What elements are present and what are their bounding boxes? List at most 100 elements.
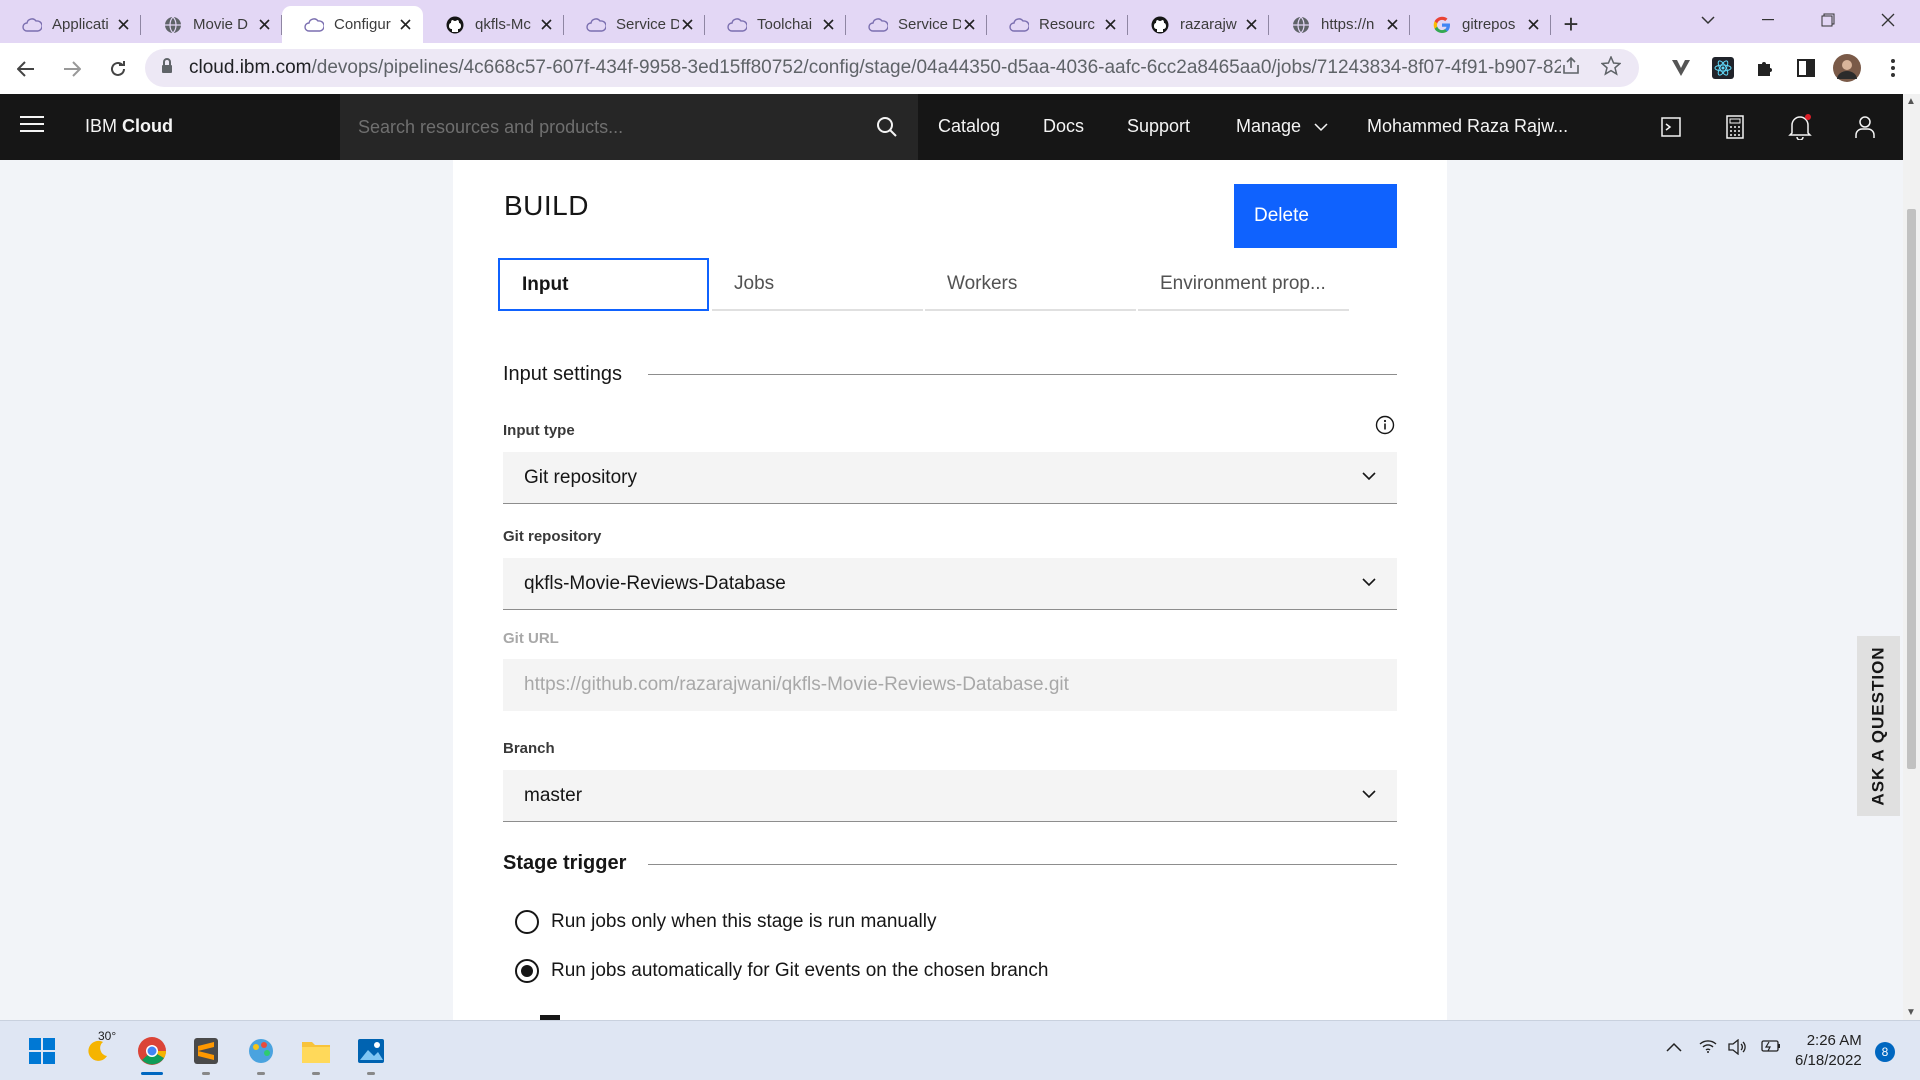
browser-tab[interactable]: Configur [282,6,423,43]
tab-workers[interactable]: Workers [925,258,1136,311]
weather-widget[interactable]: 30° [78,1029,118,1071]
google-icon [1432,15,1452,35]
input-type-label: Input type [503,422,575,439]
github-icon [445,15,465,35]
tab-title: Service D [898,16,961,33]
wifi-icon[interactable] [1699,1039,1717,1058]
browser-tab[interactable]: Toolchai [705,6,846,43]
chrome-taskbar-icon[interactable] [132,1031,172,1075]
react-devtools-icon[interactable] [1708,53,1738,83]
nav-catalog[interactable]: Catalog [938,116,1000,137]
close-tab-icon[interactable] [256,17,272,33]
profile-avatar[interactable] [1832,53,1862,83]
share-icon[interactable] [1561,56,1591,81]
search-icon[interactable] [876,116,898,143]
close-tab-icon[interactable] [1384,17,1400,33]
browser-tab[interactable]: Movie D [141,6,282,43]
nav-support[interactable]: Support [1127,116,1190,137]
extensions-puzzle-icon[interactable] [1750,53,1780,83]
input-type-value: Git repository [524,466,637,488]
close-tab-icon[interactable] [397,17,413,33]
global-search [340,94,918,160]
browser-tab[interactable]: gitrepos [1410,6,1551,43]
trigger-manual-label: Run jobs only when this stage is run man… [551,911,937,932]
url-text: cloud.ibm.com/devops/pipelines/4c668c57-… [189,57,1561,78]
browser-tab[interactable]: Resourc [987,6,1128,43]
chrome-menu-icon[interactable] [1878,53,1908,83]
branch-label: Branch [503,740,555,757]
notifications-bell-icon[interactable] [1787,114,1813,140]
system-clock[interactable]: 2:26 AM 6/18/2022 [1795,1031,1862,1071]
notification-count-badge[interactable]: 8 [1875,1042,1895,1062]
cost-estimator-icon[interactable] [1722,114,1748,140]
lock-icon [161,57,175,79]
close-tab-icon[interactable] [1102,17,1118,33]
trigger-auto-label: Run jobs automatically for Git events on… [551,960,1049,981]
ibm-cloud-logo[interactable]: IBM Cloud [85,116,173,137]
git-repository-select[interactable]: qkfls-Movie-Reviews-Database [503,558,1397,610]
delete-button[interactable]: Delete [1234,184,1397,248]
back-button[interactable] [6,49,46,89]
browser-tab[interactable]: razarajw [1128,6,1269,43]
chevron-down-icon [1362,790,1376,799]
tab-search-icon[interactable] [1678,0,1738,40]
paint-app-icon[interactable] [241,1031,281,1075]
sublime-text-icon[interactable] [186,1031,226,1075]
close-tab-icon[interactable] [679,17,695,33]
close-window-button[interactable] [1858,0,1918,40]
close-tab-icon[interactable] [115,17,131,33]
address-bar[interactable]: cloud.ibm.com/devops/pipelines/4c668c57-… [145,49,1639,87]
browser-tab[interactable]: Service D [846,6,987,43]
restore-button[interactable] [1798,0,1858,40]
tab-title: gitrepos [1462,16,1516,33]
minimize-button[interactable] [1738,0,1798,40]
clock-date: 6/18/2022 [1795,1052,1862,1069]
new-tab-button[interactable]: + [1551,6,1591,43]
forward-button[interactable] [52,49,92,89]
nav-manage-label: Manage [1236,116,1302,136]
tab-input[interactable]: Input [498,258,709,311]
close-tab-icon[interactable] [961,17,977,33]
tab-title: https://n [1321,16,1375,33]
photos-app-icon[interactable] [351,1031,391,1075]
close-tab-icon[interactable] [538,17,554,33]
browser-tab[interactable]: Applicati [0,6,141,43]
nav-manage[interactable]: Manage [1236,116,1328,137]
extension-v-icon[interactable] [1666,53,1696,83]
branch-select[interactable]: master [503,770,1397,822]
globe-icon [1291,15,1311,35]
ibm-cloud-header: IBM Cloud Catalog Docs Support Manage Mo… [0,94,1920,160]
search-input[interactable] [358,116,838,138]
info-icon[interactable] [1375,415,1395,440]
stage-title: BUILD [504,190,589,221]
tab-environment-properties[interactable]: Environment prop... [1138,258,1349,311]
nav-docs[interactable]: Docs [1043,116,1084,137]
bookmark-star-icon[interactable] [1600,54,1631,81]
hamburger-menu-icon[interactable] [20,116,44,138]
side-panel-icon[interactable] [1791,53,1821,83]
user-profile-icon[interactable] [1852,114,1878,140]
tab-jobs[interactable]: Jobs [712,258,923,311]
input-type-select[interactable]: Git repository [503,452,1397,504]
browser-tab[interactable]: Service D [564,6,705,43]
trigger-manual-radio[interactable]: Run jobs only when this stage is run man… [515,910,936,934]
reload-button[interactable] [98,49,138,89]
ibm-cloud-icon [586,15,606,35]
file-explorer-icon[interactable] [296,1031,336,1075]
section-divider [648,374,1397,375]
tab-title: qkfls-Mc [475,16,531,33]
volume-icon[interactable] [1728,1038,1748,1060]
tray-overflow-icon[interactable] [1666,1039,1682,1057]
ask-a-question-button[interactable]: ASK A QUESTION [1857,636,1900,816]
browser-tab[interactable]: https://n [1269,6,1410,43]
browser-tab[interactable]: qkfls-Mc [423,6,564,43]
battery-icon[interactable] [1759,1039,1781,1058]
close-tab-icon[interactable] [1525,17,1541,33]
trigger-auto-radio[interactable]: Run jobs automatically for Git events on… [515,959,1048,983]
close-tab-icon[interactable] [820,17,836,33]
close-tab-icon[interactable] [1243,17,1259,33]
windows-start-icon[interactable] [22,1031,62,1071]
account-switcher[interactable]: Mohammed Raza Rajw... [1367,116,1568,137]
cloud-shell-icon[interactable] [1658,114,1684,140]
page-scrollbar[interactable]: ▲ ▼ [1903,94,1920,1020]
